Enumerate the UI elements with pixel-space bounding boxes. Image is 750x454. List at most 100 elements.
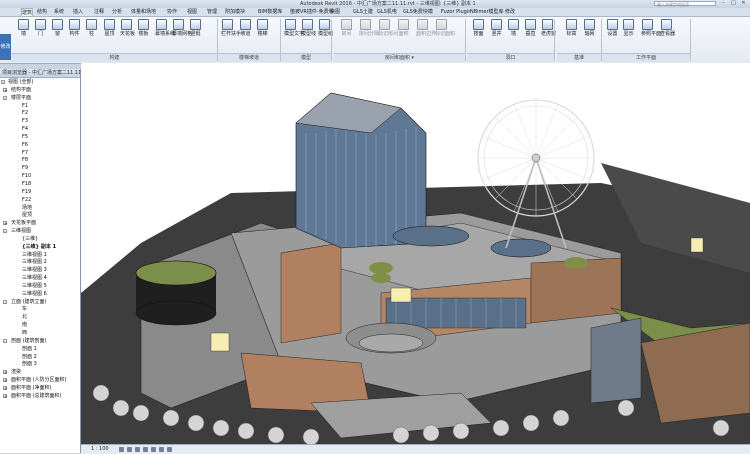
tree-item[interactable]: {三维} (0, 235, 80, 243)
ribbon-button-24[interactable]: 竖井 (490, 19, 503, 37)
tree-item[interactable]: 三维视图 3 (0, 266, 80, 274)
ribbon-button-5[interactable]: 屋顶 (103, 19, 116, 37)
tree-item[interactable]: F3 (0, 117, 80, 125)
tree-item[interactable]: + 天花板平面 (0, 219, 80, 227)
tree-item[interactable]: F18 (0, 180, 80, 188)
tree-item[interactable]: F5 (0, 133, 80, 141)
ribbon-panel-6[interactable]: 工作平面 (602, 53, 690, 62)
tab-3[interactable]: 插入 (73, 8, 83, 16)
expand-icon[interactable]: + (3, 393, 7, 398)
expand-icon[interactable]: + (3, 378, 7, 383)
ribbon-button-32[interactable]: 参照平面 (641, 19, 661, 37)
detail-level-icon[interactable] (119, 447, 124, 452)
expand-icon[interactable]: + (3, 87, 7, 92)
tree-item[interactable]: - 楼层平面 (0, 94, 80, 102)
tree-item[interactable]: - 三维视图 (0, 227, 80, 235)
tree-item[interactable]: 南 (0, 321, 80, 329)
tree-item[interactable]: 三维视图 4 (0, 274, 80, 282)
tree-item[interactable]: 三维视图 6 (0, 290, 80, 298)
ribbon-button-22[interactable]: 标记面积 (435, 19, 455, 37)
tree-item[interactable]: F7 (0, 149, 80, 157)
temporary-hide-icon[interactable] (167, 447, 172, 452)
tab-16[interactable]: GLS免费快模 (403, 8, 433, 16)
tab-12[interactable]: 植被VR插件-免费版 (290, 8, 334, 16)
ribbon-button-18[interactable]: 房间分隔 (359, 19, 379, 37)
ribbon-button-17[interactable]: 房间 (340, 19, 353, 37)
tab-6[interactable]: 体量和场地 (131, 8, 156, 16)
tree-item[interactable]: 场地 (0, 204, 80, 212)
tab-8[interactable]: 视图 (187, 8, 197, 16)
modify-tool[interactable]: 修改 (0, 34, 11, 60)
tree-item[interactable]: - 立面 (建筑立面) (0, 298, 80, 306)
tree-item[interactable]: F22 (0, 196, 80, 204)
ribbon-button-0[interactable]: 墙 (17, 19, 30, 37)
tree-item[interactable]: F6 (0, 141, 80, 149)
expand-icon[interactable]: + (3, 221, 7, 226)
ribbon-button-15[interactable]: 模型线 (301, 19, 316, 37)
collapse-icon[interactable]: - (3, 229, 7, 234)
expand-icon[interactable]: + (3, 385, 7, 390)
tab-5[interactable]: 分析 (112, 8, 122, 16)
tab-11[interactable]: BIM数据库 (258, 8, 282, 16)
tab-10[interactable]: 附加模块 (225, 8, 245, 16)
tree-item[interactable]: F19 (0, 188, 80, 196)
tree-item[interactable]: 西 (0, 329, 80, 337)
crop-view-icon[interactable] (159, 447, 164, 452)
tab-2[interactable]: 系统 (54, 8, 64, 16)
tab-15[interactable]: GLS机电 (377, 8, 397, 16)
ribbon-button-31[interactable]: 显示 (622, 19, 635, 37)
close-icon[interactable]: ✕ (739, 0, 748, 7)
ribbon-button-28[interactable]: 标高 (565, 19, 578, 37)
tab-1[interactable]: 结构 (37, 8, 47, 16)
ribbon-button-1[interactable]: 门 (34, 19, 47, 37)
tree-item[interactable]: + 渲染 (0, 368, 80, 376)
tree-item[interactable]: + 面积平面 (人防分区面积) (0, 376, 80, 384)
ribbon-panel-0[interactable]: 构建 (12, 53, 217, 62)
visual-style-icon[interactable] (127, 447, 132, 452)
minimize-icon[interactable]: – (719, 0, 728, 7)
tree-item[interactable]: 剖面 1 (0, 345, 80, 353)
ribbon-button-30[interactable]: 设置 (606, 19, 619, 37)
tree-item[interactable]: 三维视图 1 (0, 251, 80, 259)
shadows-icon[interactable] (143, 447, 148, 452)
collapse-icon[interactable]: - (1, 80, 5, 85)
tab-9[interactable]: 管理 (207, 8, 217, 16)
ribbon-button-7[interactable]: 楼板 (137, 19, 150, 37)
ribbon-button-33[interactable]: 查看器 (660, 19, 675, 37)
ribbon-button-2[interactable]: 窗 (51, 19, 64, 37)
ribbon-button-25[interactable]: 墙 (507, 19, 520, 37)
tree-item[interactable]: {三维} 副本 1 (0, 243, 80, 251)
ribbon-panel-5[interactable]: 基准 (557, 53, 601, 62)
tab-0[interactable]: 建筑 (21, 8, 34, 16)
tab-13[interactable]: 快图 (330, 8, 340, 16)
collapse-icon[interactable]: - (3, 338, 7, 343)
tree-item[interactable]: 剖面 2 (0, 353, 80, 361)
ribbon-button-19[interactable]: 标记房间 (378, 19, 398, 37)
search-input[interactable]: 键入关键字或短语 (654, 1, 716, 7)
ribbon-button-23[interactable]: 按面 (472, 19, 485, 37)
ribbon-button-6[interactable]: 天花板 (120, 19, 135, 37)
ribbon-button-27[interactable]: 老虎窗 (541, 19, 556, 37)
ribbon-button-21[interactable]: 面积边界 (416, 19, 436, 37)
tab-14[interactable]: GLS土建 (353, 8, 373, 16)
ribbon-button-16[interactable]: 模型组 (318, 19, 333, 37)
ribbon-button-14[interactable]: 模型文字 (284, 19, 304, 37)
tree-item[interactable]: + 结构平面 (0, 86, 80, 94)
3d-view-canvas[interactable] (81, 63, 750, 444)
ribbon-button-8[interactable]: 幕墙系统 (155, 19, 175, 37)
ribbon-button-26[interactable]: 垂直 (524, 19, 537, 37)
ribbon-panel-2[interactable]: 模型 (281, 53, 331, 62)
ribbon-panel-4[interactable]: 洞口 (467, 53, 554, 62)
ribbon-button-13[interactable]: 楼梯 (256, 19, 269, 37)
tab-7[interactable]: 协作 (167, 8, 177, 16)
tree-item[interactable]: 东 (0, 305, 80, 313)
expand-icon[interactable]: + (3, 370, 7, 375)
tab-18[interactable]: NBimer模型库 (470, 8, 504, 16)
ribbon-button-11[interactable]: 栏杆扶手 (221, 19, 241, 37)
ribbon-button-12[interactable]: 坡道 (239, 19, 252, 37)
maximize-icon[interactable]: □ (729, 0, 738, 7)
tab-19[interactable]: 修改 (505, 8, 515, 16)
ribbon-button-29[interactable]: 轴网 (583, 19, 596, 37)
ribbon-button-3[interactable]: 构件 (68, 19, 81, 37)
ribbon-button-20[interactable]: 面积 (397, 19, 410, 37)
